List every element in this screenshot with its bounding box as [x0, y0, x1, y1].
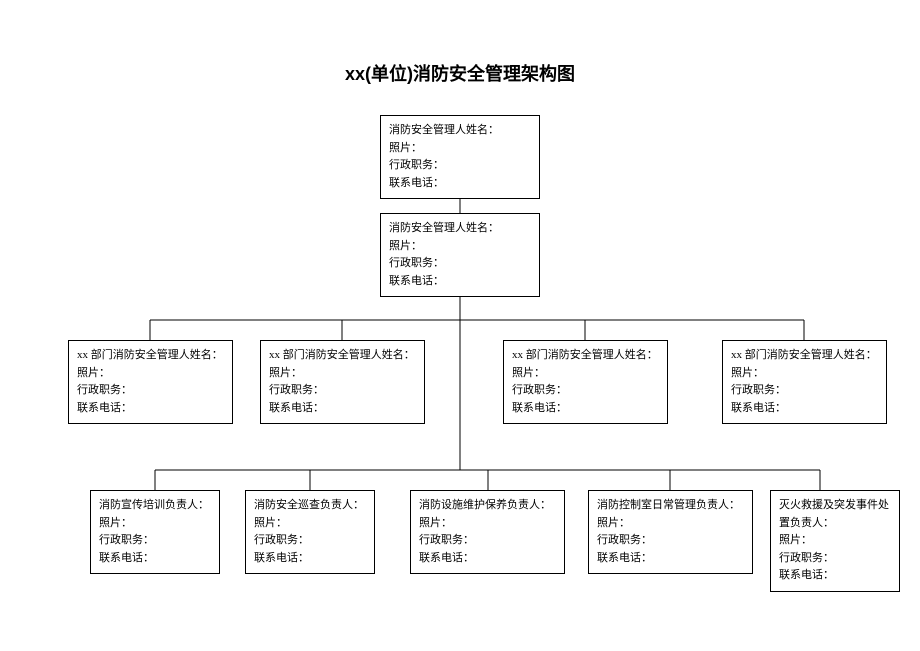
field-name: xx 部门消防安全管理人姓名： — [731, 347, 878, 365]
field-line2: 照片： — [99, 515, 211, 533]
field-line1: 消防控制室日常管理负责人： — [597, 497, 744, 515]
field-phone: 联系电话： — [269, 400, 416, 418]
field-name: xx 部门消防安全管理人姓名： — [77, 347, 224, 365]
field-photo: 照片： — [512, 365, 659, 383]
field-position: 行政职务： — [389, 255, 531, 273]
field-name: xx 部门消防安全管理人姓名： — [269, 347, 416, 365]
org-node-role-5: 灭火救援及突发事件处 置负责人： 照片： 行政职务： 联系电话： — [770, 490, 900, 592]
field-position: 行政职务： — [269, 382, 416, 400]
field-line1: 消防安全巡查负责人： — [254, 497, 366, 515]
field-line2: 照片： — [419, 515, 556, 533]
field-photo: 照片： — [389, 238, 531, 256]
field-line1: 消防宣传培训负责人： — [99, 497, 211, 515]
field-position: 行政职务： — [731, 382, 878, 400]
field-line2: 照片： — [597, 515, 744, 533]
field-line4: 联系电话： — [419, 550, 556, 568]
field-line3: 行政职务： — [254, 532, 366, 550]
field-line1: 灭火救援及突发事件处 — [779, 497, 891, 515]
org-node-top-2: 消防安全管理人姓名： 照片： 行政职务： 联系电话： — [380, 213, 540, 297]
field-photo: 照片： — [731, 365, 878, 383]
field-line3: 行政职务： — [99, 532, 211, 550]
field-line3: 照片： — [779, 532, 891, 550]
org-node-role-4: 消防控制室日常管理负责人： 照片： 行政职务： 联系电话： — [588, 490, 753, 574]
field-name: 消防安全管理人姓名： — [389, 220, 531, 238]
field-line1: 消防设施维护保养负责人： — [419, 497, 556, 515]
field-name: xx 部门消防安全管理人姓名： — [512, 347, 659, 365]
org-node-dept-3: xx 部门消防安全管理人姓名： 照片： 行政职务： 联系电话： — [503, 340, 668, 424]
field-line2: 置负责人： — [779, 515, 891, 533]
field-position: 行政职务： — [77, 382, 224, 400]
field-photo: 照片： — [389, 140, 531, 158]
field-line4: 联系电话： — [254, 550, 366, 568]
field-phone: 联系电话： — [77, 400, 224, 418]
field-line4: 行政职务： — [779, 550, 891, 568]
org-node-role-2: 消防安全巡查负责人： 照片： 行政职务： 联系电话： — [245, 490, 375, 574]
field-position: 行政职务： — [389, 157, 531, 175]
org-node-role-1: 消防宣传培训负责人： 照片： 行政职务： 联系电话： — [90, 490, 220, 574]
org-node-dept-2: xx 部门消防安全管理人姓名： 照片： 行政职务： 联系电话： — [260, 340, 425, 424]
field-line5: 联系电话： — [779, 567, 891, 585]
field-line3: 行政职务： — [419, 532, 556, 550]
field-name: 消防安全管理人姓名： — [389, 122, 531, 140]
field-line3: 行政职务： — [597, 532, 744, 550]
field-phone: 联系电话： — [512, 400, 659, 418]
field-phone: 联系电话： — [731, 400, 878, 418]
field-line4: 联系电话： — [99, 550, 211, 568]
field-line2: 照片： — [254, 515, 366, 533]
org-node-top-1: 消防安全管理人姓名： 照片： 行政职务： 联系电话： — [380, 115, 540, 199]
field-phone: 联系电话： — [389, 175, 531, 193]
field-line4: 联系电话： — [597, 550, 744, 568]
org-node-dept-1: xx 部门消防安全管理人姓名： 照片： 行政职务： 联系电话： — [68, 340, 233, 424]
field-photo: 照片： — [269, 365, 416, 383]
field-phone: 联系电话： — [389, 273, 531, 291]
org-node-role-3: 消防设施维护保养负责人： 照片： 行政职务： 联系电话： — [410, 490, 565, 574]
field-photo: 照片： — [77, 365, 224, 383]
field-position: 行政职务： — [512, 382, 659, 400]
page-title: xx(单位)消防安全管理架构图 — [0, 0, 920, 106]
org-node-dept-4: xx 部门消防安全管理人姓名： 照片： 行政职务： 联系电话： — [722, 340, 887, 424]
